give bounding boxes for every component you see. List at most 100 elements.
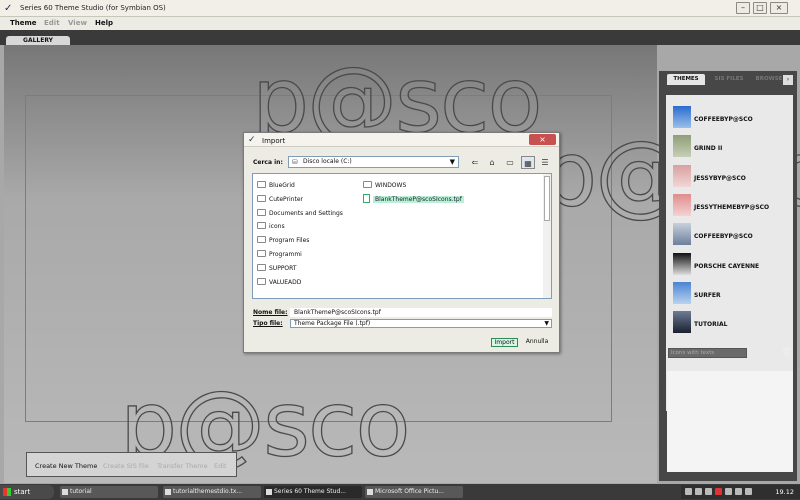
taskbar: start 19.12 tutorial tutorialthemestdio.t… (0, 484, 800, 500)
folder-icon (257, 194, 266, 202)
chevron-down-icon: ▼ (449, 158, 455, 166)
menu-edit[interactable]: Edit (44, 19, 60, 27)
folder-icon (257, 208, 266, 216)
theme-list-item[interactable]: COFFEEBYP@SCO (673, 106, 791, 132)
theme-thumbnail (673, 106, 691, 128)
details-view-icon[interactable]: ☰ (538, 156, 552, 169)
tray-volume-icon[interactable] (725, 488, 732, 495)
folder-item[interactable]: CutePrinter (257, 194, 303, 205)
selected-file-item[interactable]: BlankThemeP@scoSIcons.tpf (363, 193, 464, 205)
app-icon: ✓ (4, 3, 13, 14)
theme-list-item[interactable]: JESSYTHEMEBYP@SCO (673, 193, 791, 220)
maximize-button[interactable]: □ (753, 2, 767, 14)
gallery-header (0, 30, 800, 45)
folder-item[interactable]: SUPPORT (257, 263, 297, 274)
look-in-dropdown[interactable]: ⛁ Disco locale (C:) ▼ (288, 156, 459, 168)
tray-network-icon[interactable] (685, 488, 692, 495)
file-type-select[interactable]: Theme Package File (.tpf) ▼ (290, 319, 552, 328)
theme-thumbnail (673, 223, 691, 246)
chevron-right-icon[interactable]: › (783, 75, 793, 85)
folder-name: CutePrinter (269, 195, 303, 203)
chevron-down-icon: ▼ (544, 320, 549, 327)
create-new-theme-button[interactable]: Create New Theme (35, 462, 97, 470)
folder-icon (257, 181, 266, 188)
menu-theme[interactable]: Theme (10, 19, 37, 27)
dialog-title: Import (262, 137, 286, 145)
taskbar-button[interactable]: tutorial (60, 486, 158, 498)
new-folder-icon[interactable]: ▭ (503, 156, 517, 169)
vertical-scrollbar[interactable] (543, 174, 551, 298)
folder-item[interactable]: Program Files (257, 235, 309, 246)
folder-item[interactable]: WINDOWS (363, 180, 406, 191)
tab-sis-files[interactable]: SIS FILES (709, 74, 749, 85)
create-sis-file-button[interactable]: Create SIS file (103, 462, 149, 470)
task-app-icon (165, 489, 171, 495)
theme-thumbnail (673, 252, 691, 275)
cancel-button[interactable]: Annulla (522, 338, 552, 347)
tray-bluetooth-icon[interactable] (695, 488, 702, 495)
tab-browse[interactable]: BROWSE (753, 74, 785, 85)
folder-item[interactable]: Documents and Settings (257, 208, 343, 219)
import-dialog: ✓ Import × Cerca in: ⛁ Disco locale (C:)… (243, 132, 560, 353)
folder-item[interactable]: Programmi (257, 249, 302, 260)
system-tray: 19.12 (681, 485, 800, 499)
view-mode-select[interactable]: Icons with texts (668, 348, 747, 358)
tray-alert-icon[interactable] (715, 488, 722, 495)
theme-list: COFFEEBYP@SCO GRIND II JESSYBYP@SCO JESSYTH… (666, 95, 793, 411)
back-icon[interactable]: ⇐ (468, 156, 482, 169)
theme-name: SURFER (694, 291, 721, 299)
tray-device-icon[interactable] (735, 488, 742, 495)
windows-logo-icon (3, 488, 11, 496)
menu-view[interactable]: View (68, 19, 87, 27)
tab-themes[interactable]: THEMES (667, 74, 705, 85)
start-button[interactable]: start (0, 485, 54, 499)
theme-thumbnail (673, 281, 691, 304)
folder-name: icons (269, 223, 285, 231)
task-app-icon (266, 489, 272, 495)
taskbar-button[interactable]: Series 60 Theme Stud... (264, 486, 362, 498)
trash-icon[interactable]: 🗑 (781, 348, 792, 358)
folder-item[interactable]: icons (257, 221, 285, 232)
menu-help[interactable]: Help (95, 19, 113, 27)
theme-name: COFFEEBYP@SCO (694, 116, 753, 123)
folder-item[interactable]: VALUEADD (257, 277, 301, 288)
theme-list-item[interactable]: COFFEEBYP@SCO (673, 223, 791, 249)
theme-name: GRIND II (694, 145, 723, 153)
dialog-close-button[interactable]: × (529, 134, 556, 145)
theme-list-item[interactable]: GRIND II (673, 135, 791, 161)
folder-name: SUPPORT (269, 264, 297, 272)
theme-list-item[interactable]: SURFER (673, 281, 791, 308)
tray-security-icon[interactable] (705, 488, 712, 495)
minimize-button[interactable]: – (736, 2, 750, 14)
file-name: BlankThemeP@scoSIcons.tpf (373, 195, 464, 203)
file-name-input[interactable]: BlankThemeP@scoSIcons.tpf (290, 308, 552, 317)
side-tabs: THEMES SIS FILES BROWSE › (661, 73, 795, 85)
theme-thumbnail (673, 311, 691, 334)
transfer-theme-button[interactable]: Transfer Theme (157, 462, 208, 470)
theme-preview (667, 371, 793, 472)
window-title: Series 60 Theme Studio (for Symbian OS) (20, 4, 166, 12)
theme-name: COFFEEBYP@SCO (694, 233, 753, 241)
scroll-thumb[interactable] (544, 176, 550, 221)
theme-list-item[interactable]: TUTORIAL (673, 311, 791, 337)
theme-list-item[interactable]: PORSCHE CAYENNE (673, 252, 791, 279)
taskbar-button[interactable]: Microsoft Office Pictu... (365, 486, 463, 498)
import-button[interactable]: Import (491, 338, 518, 347)
list-view-icon[interactable]: ▦ (521, 156, 535, 169)
task-app-icon (62, 489, 68, 495)
theme-list-item[interactable]: JESSYBYP@SCO (673, 164, 791, 191)
task-app-icon (367, 489, 373, 495)
theme-thumbnail (673, 193, 691, 216)
taskbar-button[interactable]: tutorialthemestdio.tx... (163, 486, 261, 498)
theme-thumbnail (673, 135, 691, 158)
bottom-action-bar: Create New Theme Create SIS file Transfe… (26, 452, 237, 477)
folder-item[interactable]: BlueGrid (257, 180, 295, 191)
close-button[interactable]: × (770, 2, 788, 14)
menu-bar: Theme Edit View Help (0, 17, 800, 30)
folder-icon (257, 277, 266, 285)
clock: 19.12 (775, 488, 794, 496)
up-folder-icon[interactable]: ⌂ (485, 156, 499, 169)
folder-name: Program Files (269, 237, 310, 245)
edit-button[interactable]: Edit (214, 462, 227, 470)
tray-phone-icon[interactable] (745, 488, 752, 495)
